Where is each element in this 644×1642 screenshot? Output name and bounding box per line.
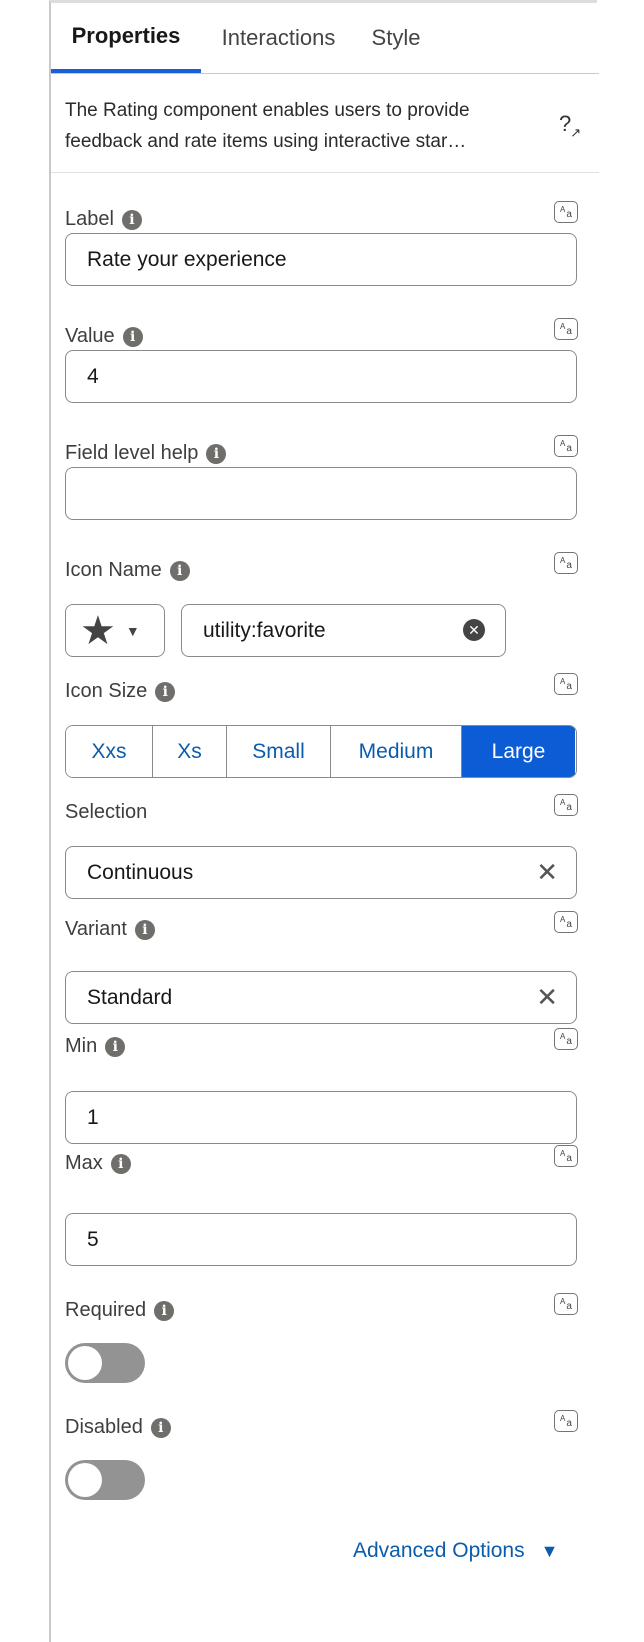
max-input[interactable]: 5: [65, 1213, 577, 1266]
selection-label: Selection: [65, 801, 147, 824]
info-icon[interactable]: i: [121, 209, 142, 230]
tab-bar: Properties Interactions Style: [51, 3, 599, 74]
resource-picker-icon[interactable]: Aa: [554, 1028, 578, 1050]
disabled-label-text: Disabled: [65, 1416, 143, 1438]
info-icon[interactable]: i: [105, 1036, 126, 1057]
variant-label-text: Variant: [65, 918, 127, 940]
info-icon[interactable]: i: [110, 1153, 131, 1174]
icon-name-input[interactable]: utility:favorite ✕: [181, 604, 506, 657]
component-description: The Rating component enables users to pr…: [65, 100, 470, 152]
label-field-label: Label i: [65, 208, 142, 231]
caret-down-icon: ▼: [540, 1540, 559, 1561]
tab-interactions[interactable]: Interactions: [201, 3, 356, 73]
value-field-label: Value i: [65, 325, 143, 348]
help-external-link-icon[interactable]: ?↗: [559, 111, 582, 140]
required-label-text: Required: [65, 1299, 147, 1321]
star-icon: ★: [80, 608, 116, 653]
field-level-help-label-text: Field level help: [65, 442, 199, 464]
icon-picker-button[interactable]: ★ ▼: [65, 604, 165, 657]
selection-value: Continuous: [87, 860, 194, 884]
max-label-text: Max: [65, 1152, 103, 1174]
field-level-help-input[interactable]: [65, 467, 577, 520]
resource-picker-icon[interactable]: Aa: [554, 911, 578, 933]
info-icon[interactable]: i: [134, 919, 155, 940]
icon-name-label: Icon Name i: [65, 559, 190, 582]
max-label: Max i: [65, 1152, 131, 1175]
field-level-help-label: Field level help i: [65, 442, 227, 465]
divider: [51, 172, 599, 173]
properties-panel: Properties Interactions Style The Rating…: [49, 0, 599, 1642]
icon-size-label: Icon Size i: [65, 680, 176, 703]
info-icon[interactable]: i: [206, 443, 227, 464]
resource-picker-icon[interactable]: Aa: [554, 1145, 578, 1167]
info-icon[interactable]: i: [150, 1417, 171, 1438]
label-input[interactable]: Rate your experience: [65, 233, 577, 286]
clear-icon[interactable]: ✕: [463, 619, 485, 641]
min-label: Min i: [65, 1035, 126, 1058]
toggle-knob: [68, 1463, 102, 1497]
value-input[interactable]: 4: [65, 350, 577, 403]
advanced-options-link[interactable]: Advanced Options ▼: [353, 1539, 558, 1563]
tab-style[interactable]: Style: [356, 3, 436, 73]
info-icon[interactable]: i: [155, 681, 176, 702]
variant-combobox[interactable]: Standard ✕: [65, 971, 577, 1024]
label-field-label-text: Label: [65, 208, 114, 230]
icon-size-medium-button[interactable]: Medium: [331, 726, 462, 777]
required-label: Required i: [65, 1299, 175, 1322]
min-label-text: Min: [65, 1035, 98, 1057]
resource-picker-icon[interactable]: Aa: [554, 318, 578, 340]
icon-name-label-text: Icon Name: [65, 559, 162, 581]
toggle-knob: [68, 1346, 102, 1380]
icon-size-segmented-control: Xxs Xs Small Medium Large: [65, 725, 577, 778]
icon-size-small-button[interactable]: Small: [227, 726, 331, 777]
icon-name-value: utility:favorite: [203, 618, 326, 642]
advanced-options-label: Advanced Options: [353, 1539, 525, 1562]
chevron-down-icon: ▼: [125, 622, 140, 639]
info-icon[interactable]: i: [169, 560, 190, 581]
resource-picker-icon[interactable]: Aa: [554, 1293, 578, 1315]
resource-picker-icon[interactable]: Aa: [554, 552, 578, 574]
required-toggle[interactable]: [65, 1343, 145, 1383]
resource-picker-icon[interactable]: Aa: [554, 201, 578, 223]
disabled-toggle[interactable]: [65, 1460, 145, 1500]
clear-icon[interactable]: ✕: [536, 859, 558, 885]
variant-value: Standard: [87, 985, 173, 1009]
icon-size-xs-button[interactable]: Xs: [153, 726, 227, 777]
min-input[interactable]: 1: [65, 1091, 577, 1144]
variant-label: Variant i: [65, 918, 155, 941]
resource-picker-icon[interactable]: Aa: [554, 435, 578, 457]
resource-picker-icon[interactable]: Aa: [554, 1410, 578, 1432]
info-icon[interactable]: i: [122, 326, 143, 347]
value-field-label-text: Value: [65, 325, 115, 347]
selection-label-text: Selection: [65, 801, 148, 823]
icon-size-xxs-button[interactable]: Xxs: [66, 726, 153, 777]
info-icon[interactable]: i: [154, 1300, 175, 1321]
resource-picker-icon[interactable]: Aa: [554, 673, 578, 695]
clear-icon[interactable]: ✕: [536, 984, 558, 1010]
selection-combobox[interactable]: Continuous ✕: [65, 846, 577, 899]
disabled-label: Disabled i: [65, 1416, 171, 1439]
tab-properties[interactable]: Properties: [51, 3, 201, 73]
icon-size-label-text: Icon Size: [65, 680, 148, 702]
icon-size-large-button[interactable]: Large: [462, 726, 575, 777]
resource-picker-icon[interactable]: Aa: [554, 794, 578, 816]
